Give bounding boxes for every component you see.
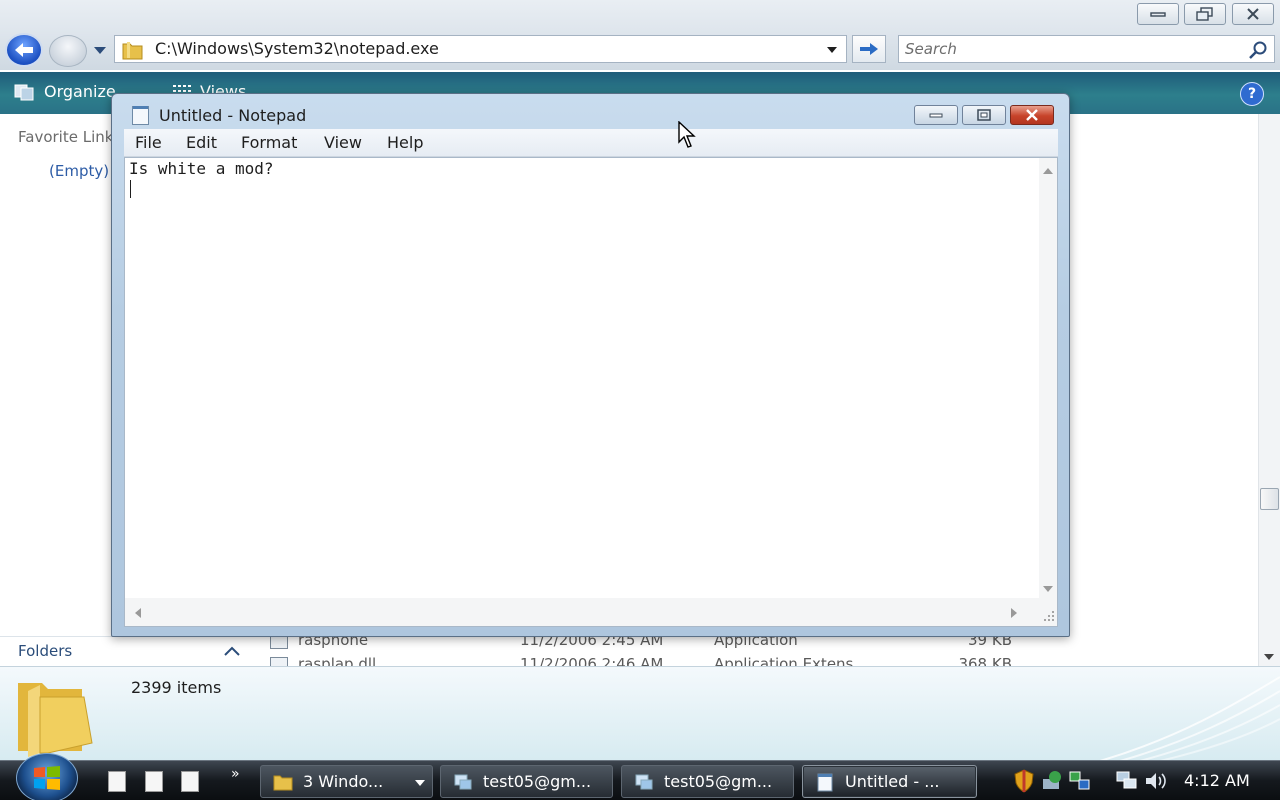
group-dropdown-icon xyxy=(415,780,425,786)
organize-button[interactable]: Organize xyxy=(14,82,116,101)
start-button[interactable] xyxy=(16,753,78,800)
search-icon[interactable] xyxy=(1248,40,1268,60)
organize-label: Organize xyxy=(44,82,116,101)
scroll-down-arrow-icon[interactable] xyxy=(1264,654,1274,660)
vertical-scrollbar[interactable] xyxy=(1039,158,1057,598)
folders-bar[interactable]: Folders xyxy=(0,636,254,666)
security-shield-icon[interactable] xyxy=(1013,769,1035,793)
text-editor[interactable]: Is white a mod? xyxy=(124,157,1058,627)
menu-view[interactable]: View xyxy=(324,133,362,152)
folders-label: Folders xyxy=(18,642,73,660)
favorite-links-empty: (Empty) xyxy=(49,162,110,180)
explorer-titlebar xyxy=(0,0,1280,30)
explorer-close-button[interactable] xyxy=(1232,3,1274,25)
taskbar-item-notepad[interactable]: Untitled - ... xyxy=(802,765,977,798)
quick-launch-document-icon[interactable] xyxy=(181,771,199,792)
network-connection-icon xyxy=(454,774,472,789)
maximize-button[interactable] xyxy=(962,105,1006,125)
window-title: Untitled - Notepad xyxy=(159,106,307,125)
quick-launch-document-icon[interactable] xyxy=(108,771,126,792)
menu-edit[interactable]: Edit xyxy=(186,133,217,152)
folder-icon xyxy=(273,775,293,790)
taskbar: » 3 Windo... test05@gm... test05@gm... U… xyxy=(0,753,1280,800)
minimize-button[interactable] xyxy=(914,105,958,125)
menu-file[interactable]: File xyxy=(135,133,162,152)
taskbar-item-label: 3 Windo... xyxy=(303,772,384,791)
text-caret xyxy=(130,180,131,198)
quick-launch-document-icon[interactable] xyxy=(145,771,163,792)
resize-grip[interactable] xyxy=(1039,598,1057,626)
address-text: C:\Windows\System32\notepad.exe xyxy=(155,39,439,58)
file-type: Application Extens... xyxy=(714,655,868,666)
minimize-icon xyxy=(929,113,943,118)
scroll-up-arrow-icon[interactable] xyxy=(1043,168,1053,174)
clock[interactable]: 4:12 AM xyxy=(1184,771,1250,790)
quick-launch-overflow-icon[interactable]: » xyxy=(231,766,240,782)
favorite-links-heading: Favorite Links xyxy=(18,128,122,146)
taskbar-item-label: test05@gm... xyxy=(664,772,773,791)
item-count: 2399 items xyxy=(131,678,222,697)
search-input[interactable] xyxy=(905,39,1235,59)
explorer-address-row: C:\Windows\System32\notepad.exe xyxy=(0,30,1280,70)
file-size: 368 KB xyxy=(958,655,1012,666)
taskbar-item-remote-2[interactable]: test05@gm... xyxy=(621,765,794,798)
file-row[interactable]: rasplap.dll 11/2/2006 2:46 AM Applicatio… xyxy=(256,653,1258,666)
go-button[interactable] xyxy=(852,35,886,63)
restore-icon xyxy=(1196,7,1213,21)
address-dropdown-icon[interactable] xyxy=(826,46,838,54)
notepad-icon xyxy=(132,106,149,125)
menu-help[interactable]: Help xyxy=(387,133,423,152)
dll-file-icon xyxy=(270,657,288,666)
folder-icon xyxy=(122,42,143,60)
decorative-swoosh xyxy=(1099,676,1280,760)
notepad-window: Untitled - Notepad File Edit Format View… xyxy=(111,93,1070,637)
close-icon xyxy=(1247,8,1259,20)
menu-bar: File Edit Format View Help xyxy=(124,129,1058,157)
editor-text[interactable]: Is white a mod? xyxy=(129,159,274,178)
safely-remove-icon[interactable] xyxy=(1041,769,1063,793)
close-button[interactable] xyxy=(1010,105,1054,125)
chevron-up-icon[interactable] xyxy=(224,646,240,656)
back-button[interactable] xyxy=(5,33,43,67)
scroll-right-arrow-icon[interactable] xyxy=(1011,608,1017,618)
explorer-vertical-scrollbar[interactable] xyxy=(1258,114,1280,666)
taskbar-item-remote-1[interactable]: test05@gm... xyxy=(440,765,613,798)
folder-icon xyxy=(18,683,93,757)
volume-icon[interactable] xyxy=(1144,769,1168,793)
scroll-left-arrow-icon[interactable] xyxy=(135,608,141,618)
taskbar-item-label: Untitled - ... xyxy=(845,772,940,791)
go-arrow-icon xyxy=(860,43,878,55)
recent-pages-dropdown-icon[interactable] xyxy=(93,46,107,55)
taskbar-item-label: test05@gm... xyxy=(483,772,592,791)
forward-button[interactable] xyxy=(49,35,87,67)
mouse-cursor-icon xyxy=(678,121,696,148)
details-pane: 2399 items xyxy=(0,666,1280,760)
back-arrow-icon xyxy=(15,43,33,57)
horizontal-scrollbar[interactable] xyxy=(125,598,1039,626)
network-connection-icon xyxy=(635,774,653,789)
search-box[interactable] xyxy=(898,35,1275,63)
help-icon[interactable]: ? xyxy=(1240,82,1264,106)
network-icon[interactable] xyxy=(1116,769,1138,793)
taskbar-item-explorer[interactable]: 3 Windo... xyxy=(260,765,433,798)
resize-grip-icon xyxy=(1044,611,1054,621)
scrollbar-thumb[interactable] xyxy=(1260,488,1279,510)
file-date: 11/2/2006 2:46 AM xyxy=(520,655,664,666)
explorer-restore-button[interactable] xyxy=(1184,3,1226,25)
address-bar[interactable]: C:\Windows\System32\notepad.exe xyxy=(114,35,847,63)
minimize-icon xyxy=(1150,12,1166,17)
windows-logo-icon xyxy=(34,766,60,790)
notepad-icon xyxy=(817,773,833,791)
menu-format[interactable]: Format xyxy=(241,133,297,152)
file-name: rasplap.dll xyxy=(298,655,377,666)
network-status-icon[interactable] xyxy=(1069,769,1091,793)
explorer-minimize-button[interactable] xyxy=(1137,3,1179,25)
scroll-down-arrow-icon[interactable] xyxy=(1043,586,1053,592)
close-icon xyxy=(1026,109,1038,121)
maximize-icon xyxy=(977,109,991,121)
organize-icon xyxy=(14,84,34,100)
